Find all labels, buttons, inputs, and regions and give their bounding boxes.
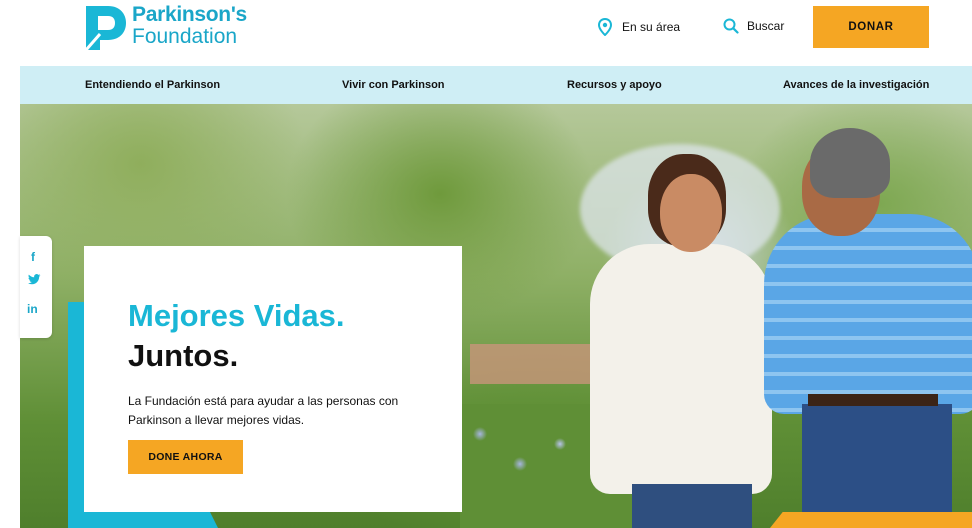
logo-line-2: Foundation <box>132 25 238 48</box>
main-nav: Entendiendo el Parkinson Vivir con Parki… <box>20 66 972 104</box>
nav-item-living-with-parkinsons[interactable]: Vivir con Parkinson <box>342 79 445 91</box>
hero-photo-woman-face <box>660 174 722 252</box>
donate-button[interactable]: DONAR <box>813 6 929 48</box>
site-logo[interactable]: Parkinson's Foundation <box>84 4 247 52</box>
search-label: Buscar <box>747 19 785 33</box>
search-link[interactable]: Buscar <box>723 18 784 34</box>
hero-card: Mejores Vidas. Juntos. La Fundación está… <box>84 246 462 512</box>
hero-headline-primary: Mejores Vidas. <box>128 298 345 333</box>
facebook-icon[interactable]: f <box>31 250 35 264</box>
social-share-bar: f in <box>20 236 52 338</box>
search-icon <box>723 18 739 34</box>
parkinsons-logo-icon <box>84 4 128 52</box>
nav-item-research-advances[interactable]: Avances de la investigación <box>783 79 929 91</box>
donate-now-button[interactable]: DONE AHORA <box>128 440 243 474</box>
in-your-area-link[interactable]: En su área <box>598 18 680 36</box>
site-header: Parkinson's Foundation En su área Buscar… <box>20 0 972 66</box>
hero-photo-man-belt <box>808 394 938 406</box>
orange-accent-corner <box>770 512 972 528</box>
teal-accent-corner <box>68 510 218 528</box>
logo-text: Parkinson's Foundation <box>132 4 247 47</box>
hero-photo-woman-jeans <box>632 484 752 528</box>
logo-line-1: Parkinson's <box>132 3 247 26</box>
nav-item-understanding-parkinsons[interactable]: Entendiendo el Parkinson <box>85 79 220 91</box>
hero-photo-man <box>764 214 972 414</box>
location-pin-icon <box>598 18 612 36</box>
linkedin-icon[interactable]: in <box>27 302 38 316</box>
hero-headline-secondary: Juntos. <box>128 338 239 373</box>
hero-photo-woman <box>590 244 772 494</box>
twitter-icon[interactable] <box>28 274 41 288</box>
hero-description: La Fundación está para ayudar a las pers… <box>128 394 399 427</box>
in-your-area-label: En su área <box>622 20 681 34</box>
nav-item-resources-support[interactable]: Recursos y apoyo <box>567 79 662 91</box>
hero-photo-man-jeans <box>802 404 952 528</box>
page: Parkinson's Foundation En su área Buscar… <box>0 0 972 528</box>
hero-photo-man-hair <box>810 128 890 198</box>
